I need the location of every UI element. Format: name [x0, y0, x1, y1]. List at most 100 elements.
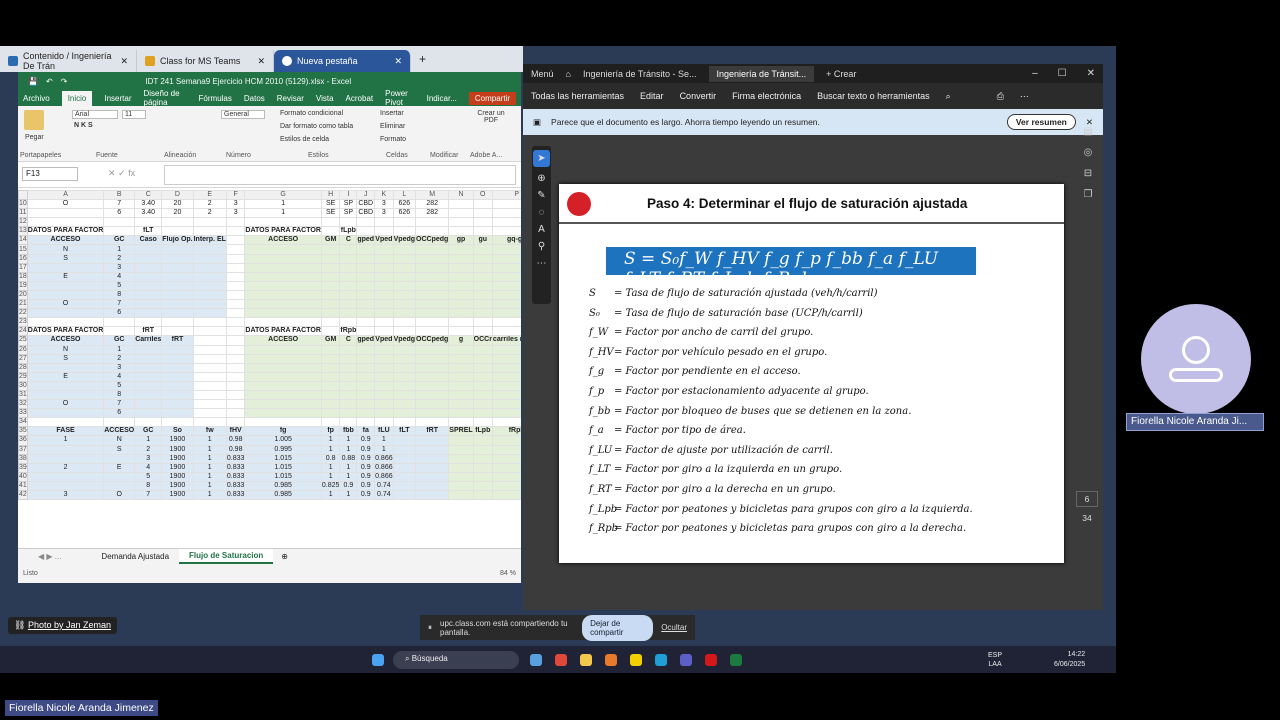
cell[interactable]: DATOS PARA FACTOR — [244, 226, 322, 237]
cell[interactable] — [192, 271, 227, 282]
cell[interactable] — [192, 417, 227, 428]
cell[interactable] — [134, 244, 163, 255]
cell[interactable]: carriles recep. — [491, 335, 521, 346]
cell[interactable] — [339, 380, 358, 391]
cell[interactable]: 3 — [225, 198, 246, 210]
cell[interactable]: gped — [356, 235, 376, 246]
cell[interactable] — [225, 299, 246, 310]
cell[interactable]: 626 — [392, 208, 417, 219]
cell[interactable] — [192, 326, 227, 337]
row-header[interactable]: 22 — [18, 308, 28, 319]
cell[interactable] — [472, 435, 493, 446]
cell[interactable]: GC — [103, 235, 136, 246]
cell[interactable] — [225, 217, 246, 228]
cell[interactable] — [161, 271, 194, 282]
cell[interactable] — [448, 399, 474, 410]
cell[interactable]: 4 — [103, 271, 136, 282]
cell[interactable]: 1 — [192, 480, 227, 492]
cell[interactable] — [392, 362, 417, 373]
cell[interactable]: 7 — [103, 198, 136, 210]
cell[interactable]: OCCpedg — [415, 335, 450, 346]
cell[interactable]: ACCESO — [244, 335, 322, 346]
cell[interactable]: DATOS PARA FACTOR — [26, 226, 105, 237]
cell[interactable] — [472, 308, 493, 319]
cell[interactable]: fRpb — [491, 426, 521, 437]
cell[interactable] — [134, 289, 163, 301]
cell[interactable] — [472, 244, 493, 255]
cell[interactable] — [161, 217, 194, 228]
cell[interactable]: 0.833 — [225, 480, 246, 492]
column-header[interactable]: I — [339, 190, 358, 200]
row-header[interactable]: 38 — [18, 453, 28, 464]
cell[interactable] — [134, 253, 163, 264]
zoom-level[interactable]: 84 % — [500, 570, 516, 577]
stamp-icon[interactable]: ⚲ — [538, 241, 545, 252]
cell[interactable] — [356, 244, 376, 255]
acrobat-icon[interactable] — [705, 654, 717, 666]
cell[interactable] — [415, 408, 450, 419]
cell[interactable]: fLpb — [339, 226, 358, 237]
cell[interactable] — [320, 408, 341, 419]
cell[interactable] — [320, 380, 341, 391]
hide-button[interactable]: Ocultar — [661, 623, 687, 632]
row-header[interactable]: 39 — [18, 462, 28, 473]
cell[interactable] — [320, 289, 341, 301]
cell[interactable] — [415, 462, 450, 473]
cell[interactable] — [225, 253, 246, 264]
cell[interactable] — [161, 299, 194, 310]
column-header[interactable]: M — [415, 190, 450, 200]
cell[interactable]: O — [26, 399, 105, 410]
cell[interactable] — [339, 371, 358, 382]
cell[interactable]: fLT — [392, 426, 417, 437]
row-header[interactable]: 24 — [18, 326, 28, 337]
cell[interactable] — [491, 344, 521, 355]
cell[interactable] — [491, 389, 521, 401]
cell[interactable] — [491, 208, 521, 219]
cell[interactable]: N — [26, 344, 105, 355]
cell[interactable] — [356, 389, 376, 401]
row-header[interactable]: 17 — [18, 262, 28, 273]
cell[interactable] — [339, 271, 358, 282]
cell[interactable]: gu — [472, 235, 493, 246]
cell[interactable]: 0.833 — [225, 489, 246, 501]
cell[interactable] — [448, 417, 474, 428]
cell[interactable]: 5 — [134, 471, 163, 482]
cell[interactable] — [491, 453, 521, 464]
cell[interactable] — [448, 380, 474, 391]
zoom-icon[interactable]: ⊕ — [537, 173, 545, 184]
row-header[interactable]: 28 — [18, 362, 28, 373]
cursor-icon[interactable]: ➤ — [533, 150, 550, 167]
cell[interactable] — [415, 244, 450, 255]
cell[interactable]: fHV — [225, 426, 246, 437]
cell[interactable]: Vped — [374, 235, 394, 246]
cell[interactable] — [225, 344, 246, 355]
sheet-nav-icon[interactable]: ◀ ▶ ... — [18, 552, 91, 561]
cell[interactable] — [244, 299, 322, 310]
cell[interactable] — [339, 317, 358, 328]
cell[interactable] — [448, 244, 474, 255]
cell[interactable] — [134, 280, 163, 291]
row-header[interactable]: 31 — [18, 389, 28, 401]
insert-cells-button[interactable]: Insertar — [380, 110, 404, 117]
convert-button[interactable]: Convertir — [680, 91, 717, 101]
cell[interactable]: 0.9 — [356, 453, 376, 464]
cell[interactable] — [192, 299, 227, 310]
more-icon[interactable]: ⋯ — [1020, 91, 1029, 102]
language-indicator[interactable]: ESP LAA — [988, 651, 1002, 669]
cell[interactable]: 1.015 — [244, 453, 322, 464]
cell[interactable] — [339, 417, 358, 428]
cell[interactable] — [374, 262, 394, 273]
cell[interactable] — [320, 253, 341, 264]
cell[interactable]: 1.015 — [244, 471, 322, 482]
cell[interactable]: 0.985 — [244, 480, 322, 492]
cell[interactable] — [392, 444, 417, 455]
cell[interactable]: fLU — [374, 426, 394, 437]
cell[interactable]: 2 — [192, 198, 227, 210]
cell[interactable]: 1 — [339, 444, 358, 455]
row-header[interactable]: 23 — [18, 317, 28, 328]
cell[interactable] — [472, 471, 493, 482]
cell[interactable]: 4 — [134, 462, 163, 473]
corner-cell[interactable] — [18, 190, 28, 200]
cell[interactable] — [392, 462, 417, 473]
cell[interactable]: ACCESO — [244, 235, 322, 246]
